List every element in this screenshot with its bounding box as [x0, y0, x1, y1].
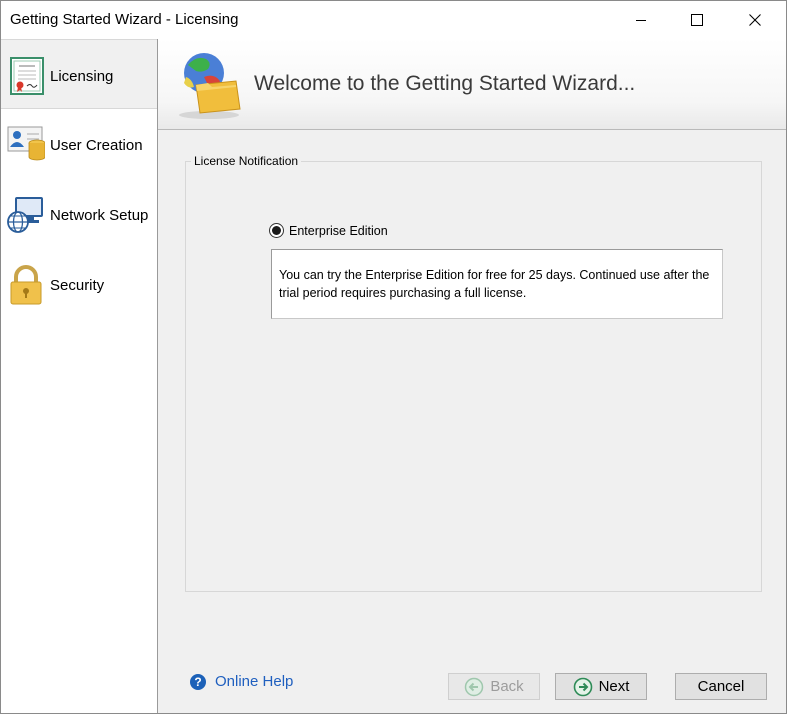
online-help-label: Online Help	[215, 673, 294, 690]
page-title: Welcome to the Getting Started Wizard...	[254, 72, 636, 95]
cancel-button[interactable]: Cancel	[675, 673, 767, 700]
padlock-icon	[10, 265, 42, 305]
back-arrow-icon	[465, 677, 484, 696]
window-title: Getting Started Wizard - Licensing	[10, 11, 239, 28]
back-button[interactable]: Back	[448, 673, 540, 700]
enterprise-edition-radio[interactable]: Enterprise Edition	[269, 223, 388, 238]
minimize-icon	[636, 20, 646, 21]
next-label: Next	[598, 678, 630, 695]
sidebar-item-label: Licensing	[50, 68, 114, 85]
question-icon: ?	[190, 673, 206, 690]
sidebar-item-security[interactable]: Security	[1, 249, 157, 319]
header-banner: Welcome to the Getting Started Wizard...	[158, 39, 786, 130]
next-button[interactable]: Next	[555, 673, 647, 700]
sidebar-item-label: Network Setup	[50, 207, 149, 224]
radio-label: Enterprise Edition	[289, 223, 388, 238]
minimize-button[interactable]	[618, 1, 664, 39]
user-database-icon	[7, 126, 45, 161]
certificate-icon	[10, 57, 44, 95]
sidebar-item-user-creation[interactable]: User Creation	[1, 109, 157, 179]
maximize-button[interactable]	[674, 1, 720, 39]
radio-selected-dot	[272, 226, 281, 235]
next-arrow-icon	[573, 677, 592, 696]
close-icon	[749, 14, 761, 26]
sidebar-item-licensing[interactable]: Licensing	[1, 39, 157, 109]
close-button[interactable]	[732, 1, 778, 39]
wizard-window: Getting Started Wizard - Licensing Licen…	[0, 0, 787, 714]
license-message-box: You can try the Enterprise Edition for f…	[271, 249, 723, 319]
sidebar-item-network-setup[interactable]: Network Setup	[1, 179, 157, 249]
online-help-link[interactable]: ? Online Help	[190, 673, 293, 690]
group-title: License Notification	[191, 154, 302, 168]
network-computer-icon	[7, 197, 43, 233]
cancel-label: Cancel	[697, 678, 745, 695]
sidebar-item-label: Security	[50, 277, 105, 294]
globe-folder-icon	[179, 53, 241, 119]
back-label: Back	[490, 678, 524, 695]
radio-button[interactable]	[269, 223, 284, 238]
sidebar-item-label: User Creation	[50, 137, 143, 154]
title-bar: Getting Started Wizard - Licensing	[1, 1, 786, 39]
maximize-icon	[691, 14, 703, 26]
wizard-steps-sidebar: Licensing User Creation Network Setup Se…	[1, 39, 158, 713]
